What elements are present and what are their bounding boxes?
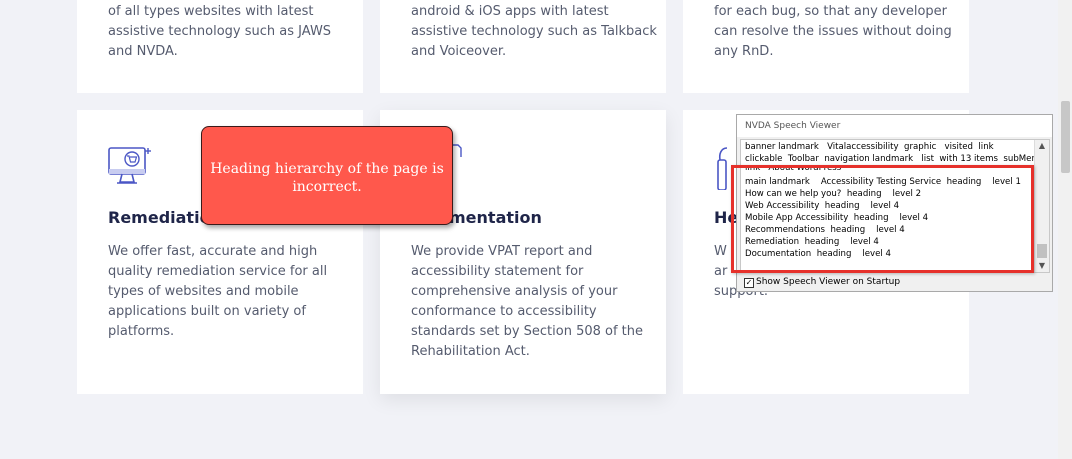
card-title: Remediatio bbox=[108, 208, 211, 227]
card-description: We provide VPAT report and accessibility… bbox=[411, 244, 644, 359]
scroll-down-arrow-icon[interactable]: ▼ bbox=[1035, 260, 1049, 272]
card-title: mentation bbox=[449, 208, 542, 227]
service-card-top-3: for each bug, so that any developer can … bbox=[683, 0, 969, 93]
card-title: He bbox=[714, 208, 739, 227]
startup-checkbox-row[interactable]: ✓ Show Speech Viewer on Startup bbox=[744, 277, 900, 288]
speech-line: link About WordPress bbox=[745, 165, 842, 171]
speech-line: Web Accessibility heading level 4 bbox=[745, 201, 900, 211]
scroll-thumb[interactable] bbox=[1037, 244, 1047, 258]
callout-text: Heading hierarchy of the page is incorre… bbox=[210, 161, 444, 195]
speech-output-list[interactable]: banner landmark Vitalaccessibility graph… bbox=[740, 139, 1050, 273]
scroll-up-arrow-icon[interactable]: ▲ bbox=[1035, 140, 1049, 152]
annotation-callout: Heading hierarchy of the page is incorre… bbox=[201, 126, 453, 225]
speech-line: clickable Toolbar navigation landmark li… bbox=[745, 154, 1043, 164]
speech-line: banner landmark Vitalaccessibility graph… bbox=[745, 142, 994, 152]
speech-line: How can we help you? heading level 2 bbox=[745, 189, 922, 199]
page-scroll-thumb[interactable] bbox=[1061, 101, 1070, 173]
card-description: android & iOS apps with latest assistive… bbox=[411, 4, 657, 59]
list-scrollbar[interactable]: ▲ ▼ bbox=[1034, 140, 1049, 272]
page-scrollbar[interactable] bbox=[1058, 0, 1072, 459]
card-description: We offer fast, accurate and high quality… bbox=[108, 244, 328, 339]
speech-line: Mobile App Accessibility heading level 4 bbox=[745, 213, 929, 223]
card-description: for each bug, so that any developer can … bbox=[714, 4, 952, 59]
speech-line: Recommendations heading level 4 bbox=[745, 225, 905, 235]
speech-line: main landmark Accessibility Testing Serv… bbox=[745, 177, 1021, 187]
checkbox-label: Show Speech Viewer on Startup bbox=[756, 277, 901, 287]
monitor-cart-icon bbox=[108, 147, 151, 184]
speech-line: Documentation heading level 4 bbox=[745, 249, 892, 259]
card-description: of all types websites with latest assist… bbox=[108, 4, 332, 59]
service-card-top-1: of all types websites with latest assist… bbox=[77, 0, 363, 93]
checkbox-checked-icon[interactable]: ✓ bbox=[744, 278, 754, 288]
nvda-speech-viewer-window[interactable]: NVDA Speech Viewer banner landmark Vital… bbox=[736, 114, 1053, 292]
speech-line: Remediation heading level 4 bbox=[745, 237, 879, 247]
window-title: NVDA Speech Viewer bbox=[737, 115, 1052, 137]
service-card-top-2: android & iOS apps with latest assistive… bbox=[380, 0, 666, 93]
